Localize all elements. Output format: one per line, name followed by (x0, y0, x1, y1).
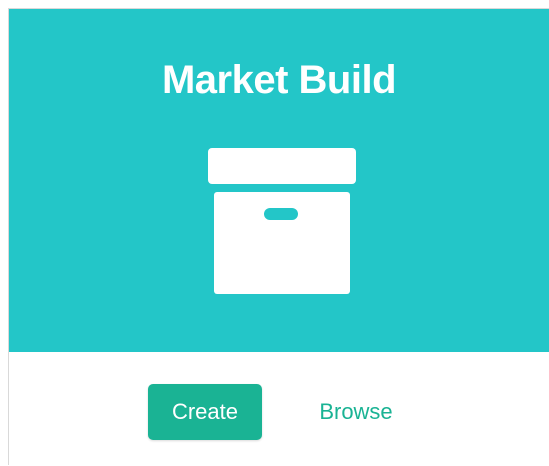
market-build-card: Market Build Create Browse (8, 8, 549, 465)
archive-box-icon (208, 148, 356, 294)
card-header: Market Build (9, 9, 549, 352)
card-title: Market Build (161, 58, 397, 102)
browse-link[interactable]: Browse (294, 384, 418, 440)
create-button[interactable]: Create (148, 384, 262, 440)
card-footer: Create Browse (9, 352, 549, 466)
